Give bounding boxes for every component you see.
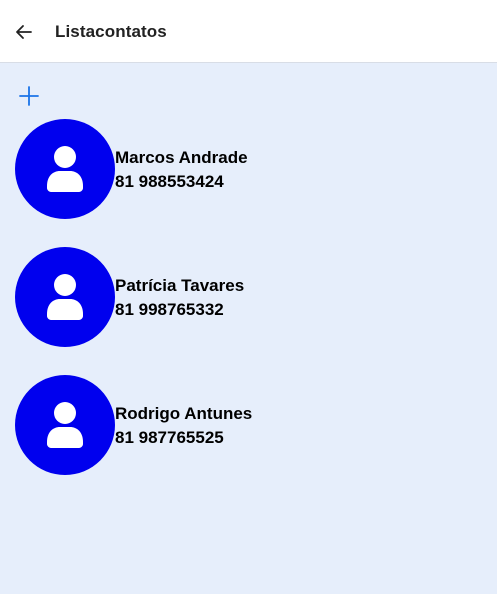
contact-phone: 81 998765332 — [115, 300, 224, 319]
contact-item[interactable]: Marcos Andrade 81 988553424 — [15, 119, 475, 219]
person-icon — [45, 146, 85, 192]
contact-phone: 81 988553424 — [115, 172, 224, 191]
add-contact-button[interactable] — [16, 83, 42, 109]
avatar — [15, 247, 115, 347]
person-icon — [45, 274, 85, 320]
arrow-left-icon — [14, 22, 34, 42]
app-header: Listacontatos — [0, 0, 497, 63]
contact-name: Marcos Andrade — [115, 148, 248, 167]
contact-item[interactable]: Rodrigo Antunes 81 987765525 — [15, 375, 475, 475]
avatar — [15, 119, 115, 219]
avatar — [15, 375, 115, 475]
contact-name: Patrícia Tavares — [115, 276, 245, 295]
back-button[interactable] — [8, 16, 40, 48]
contact-name: Rodrigo Antunes — [115, 404, 253, 423]
person-icon — [45, 402, 85, 448]
contact-item[interactable]: Patrícia Tavares 81 998765332 — [15, 247, 475, 347]
contact-phone: 81 987765525 — [115, 428, 224, 447]
page-title: Listacontatos — [55, 22, 167, 41]
plus-icon — [18, 85, 40, 107]
